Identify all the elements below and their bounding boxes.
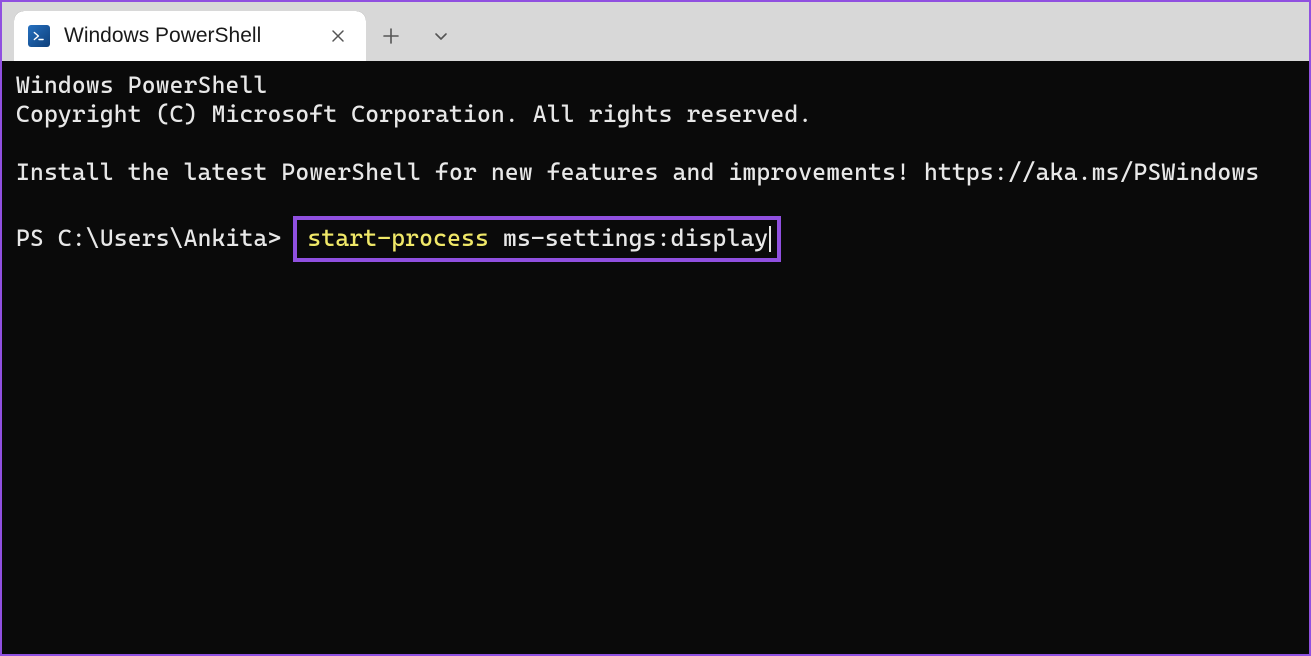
tab-title: Windows PowerShell <box>64 24 324 48</box>
terminal-output-line: Copyright (C) Microsoft Corporation. All… <box>16 100 1295 129</box>
new-tab-button[interactable] <box>366 11 416 61</box>
terminal-area[interactable]: Windows PowerShell Copyright (C) Microso… <box>2 61 1309 654</box>
powershell-icon <box>28 25 50 47</box>
tab-powershell[interactable]: Windows PowerShell <box>14 11 366 61</box>
terminal-blank-line <box>16 129 1295 158</box>
command-argument: ms-settings:display <box>503 224 768 253</box>
terminal-prompt: PS C:\Users\Ankita> <box>16 224 295 253</box>
command-separator <box>489 224 503 253</box>
tab-bar: Windows PowerShell <box>2 2 1309 61</box>
command-highlight-box: start-process ms-settings:display <box>293 216 781 261</box>
command-cmdlet: start-process <box>307 224 489 253</box>
terminal-output-line: Windows PowerShell <box>16 71 1295 100</box>
text-cursor <box>769 226 771 252</box>
terminal-blank-line <box>16 187 1295 216</box>
tab-controls <box>366 11 466 61</box>
terminal-output-line: Install the latest PowerShell for new fe… <box>16 158 1295 187</box>
close-icon[interactable] <box>324 22 352 50</box>
terminal-prompt-line: PS C:\Users\Ankita> start-process ms-set… <box>16 216 1295 261</box>
tab-dropdown-button[interactable] <box>416 11 466 61</box>
